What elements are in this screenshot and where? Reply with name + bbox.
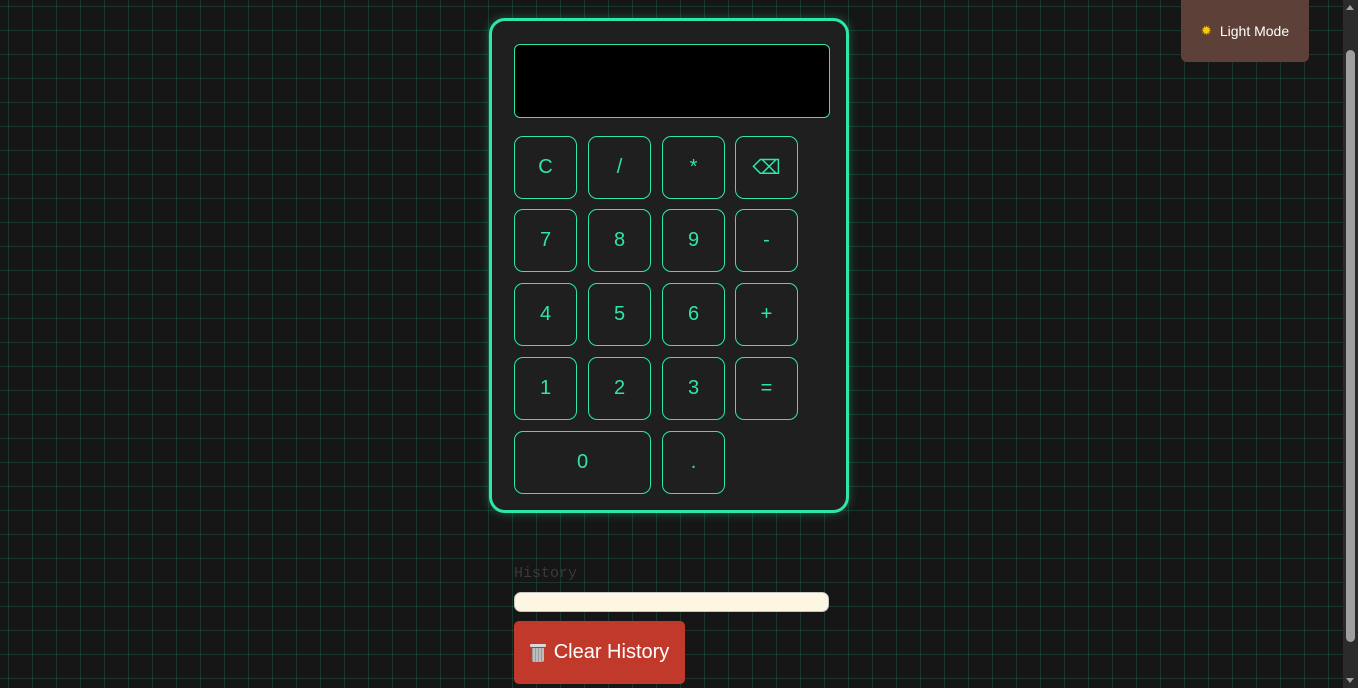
digit-2-button[interactable]: 2 (588, 357, 651, 420)
calculator-display (514, 44, 830, 118)
digit-9-button[interactable]: 9 (662, 209, 725, 272)
digit-1-button[interactable]: 1 (514, 357, 577, 420)
divide-button[interactable]: / (588, 136, 651, 199)
digit-5-button[interactable]: 5 (588, 283, 651, 346)
history-list (514, 592, 829, 612)
vertical-scrollbar[interactable] (1343, 0, 1358, 688)
clear-history-button[interactable]: Clear History (514, 621, 685, 684)
digit-4-button[interactable]: 4 (514, 283, 577, 346)
digit-0-button[interactable]: 0 (514, 431, 651, 494)
calculator: C / * ⌫ 7 8 9 - 4 5 6 + 1 2 3 = 0 . (489, 18, 849, 513)
trash-icon (529, 643, 546, 663)
backspace-button[interactable]: ⌫ (735, 136, 798, 199)
clear-history-label: Clear History (553, 641, 670, 663)
digit-8-button[interactable]: 8 (588, 209, 651, 272)
sun-icon: ✹ (1200, 23, 1212, 38)
digit-3-button[interactable]: 3 (662, 357, 725, 420)
scroll-down-arrow-icon[interactable] (1346, 678, 1354, 683)
clear-button[interactable]: C (514, 136, 577, 199)
scrollbar-thumb[interactable] (1346, 50, 1355, 642)
multiply-button[interactable]: * (662, 136, 725, 199)
plus-button[interactable]: + (735, 283, 798, 346)
equals-button[interactable]: = (735, 357, 798, 420)
digit-6-button[interactable]: 6 (662, 283, 725, 346)
minus-button[interactable]: - (735, 209, 798, 272)
scroll-up-arrow-icon[interactable] (1346, 5, 1354, 10)
light-mode-toggle[interactable]: ✹ Light Mode (1181, 0, 1309, 62)
light-mode-label: Light Mode (1219, 23, 1290, 39)
decimal-button[interactable]: . (662, 431, 725, 494)
history-heading: History (514, 565, 578, 582)
digit-7-button[interactable]: 7 (514, 209, 577, 272)
